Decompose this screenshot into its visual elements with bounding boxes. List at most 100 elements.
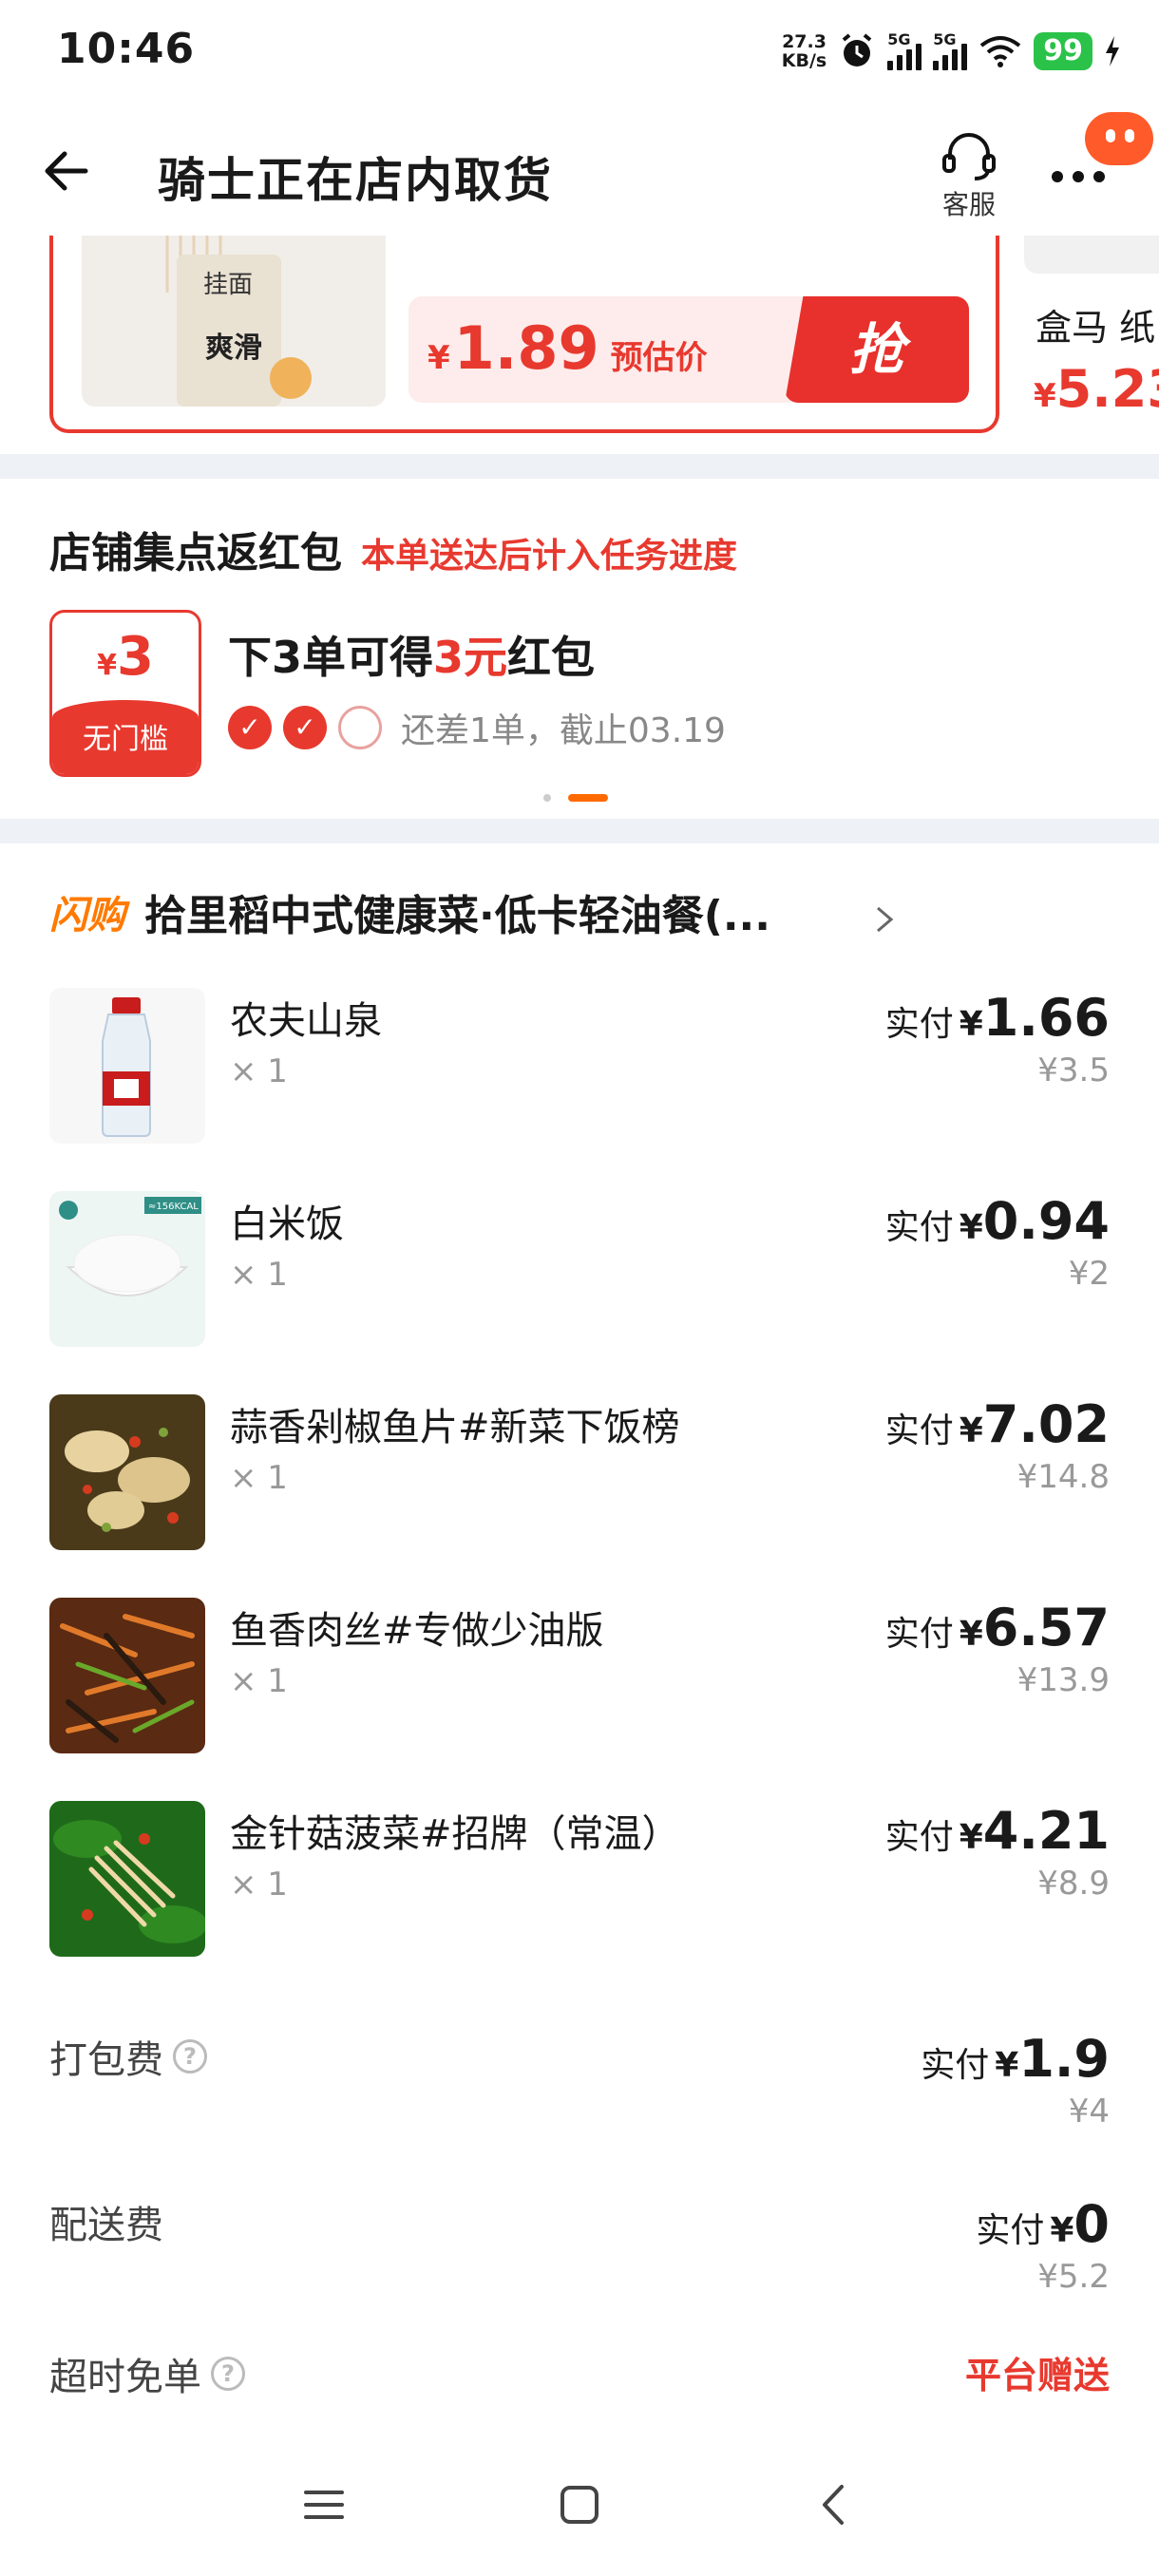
charging-icon xyxy=(1106,36,1119,66)
packing-fee-label: 打包费 xyxy=(49,2038,163,2082)
store-name: 拾里稻中式健康菜·低卡轻油餐(... xyxy=(144,892,770,940)
more-icon[interactable] xyxy=(1050,167,1107,186)
original-price: ¥14.8 xyxy=(1016,1458,1110,1496)
item-image xyxy=(49,1394,205,1550)
item-price: 实付 ¥4.21 ¥8.9 xyxy=(884,1801,1110,1903)
package-brand-text: 爽滑 xyxy=(205,331,262,365)
noodle-package-image: 挂面 爽滑 xyxy=(82,236,386,407)
check-icon: ✓ xyxy=(283,706,327,749)
status-time: 10:46 xyxy=(57,25,196,73)
alarm-icon xyxy=(842,33,872,66)
delivery-fee-price: 实付 ¥0 ¥5.2 xyxy=(976,2194,1110,2296)
chevron-right-icon[interactable] xyxy=(870,900,899,938)
item-image xyxy=(49,1801,205,1957)
item-name: 鱼香肉丝#专做少油版 xyxy=(230,1609,604,1653)
coupon-label: 无门槛 xyxy=(52,700,199,774)
deal-price-box: ¥1.89 预估价 抢 xyxy=(408,296,969,403)
recommend-strip: 挂面 爽滑 ¥1.89预估价 抢 盒马 纸 ¥5.23 xyxy=(0,236,1159,454)
product-image: 挂面 爽滑 xyxy=(82,236,386,407)
packing-fee-price: 实付 ¥1.9 ¥4 xyxy=(921,2029,1110,2131)
next-product-price: ¥5.23 xyxy=(1034,359,1159,419)
next-product-image[interactable] xyxy=(1024,236,1159,274)
flash-sale-badge: 闪购 xyxy=(49,894,125,938)
item-quantity: × 1 xyxy=(230,1662,288,1700)
signal-strength-icon: 5G xyxy=(887,30,922,70)
item-price: 实付 ¥6.57 ¥13.9 xyxy=(884,1598,1110,1699)
points-task-section: 店铺集点返红包 本单送达后计入任务进度 ¥3 无门槛 下3单可得3元红包 ✓ ✓… xyxy=(0,479,1159,819)
item-quantity: × 1 xyxy=(230,1052,288,1090)
item-name: 农夫山泉 xyxy=(230,999,382,1043)
original-price: ¥5.2 xyxy=(1037,2258,1110,2296)
task-progress: ✓ ✓ 还差1单，截止03.19 xyxy=(228,703,726,752)
package-text: 挂面 xyxy=(203,271,253,299)
delivery-fee-label: 配送费 xyxy=(49,2204,163,2247)
menu-icon[interactable] xyxy=(302,2483,346,2527)
carousel-indicator xyxy=(543,794,608,802)
status-icons: 27.3 KB/s 5G 5G 99 xyxy=(782,27,1121,76)
order-item[interactable]: 蒜香剁椒鱼片#新菜下饭榜 × 1 实付 ¥7.02 ¥14.8 xyxy=(0,1394,1159,1598)
next-product-name[interactable]: 盒马 纸 xyxy=(1036,298,1155,350)
empty-circle-icon xyxy=(338,706,382,749)
headset-icon xyxy=(942,133,996,180)
item-price: 实付 ¥1.66 ¥3.5 xyxy=(884,988,1110,1089)
task-title: 店铺集点返红包 xyxy=(49,529,342,578)
original-price: ¥8.9 xyxy=(1037,1865,1110,1903)
message-bubble-icon[interactable] xyxy=(1085,112,1153,165)
item-quantity: × 1 xyxy=(230,1256,288,1294)
coupon-amount: ¥3 xyxy=(97,626,154,688)
customer-service-button[interactable]: 客服 xyxy=(931,129,1007,222)
item-quantity: × 1 xyxy=(230,1459,288,1497)
help-icon[interactable]: ? xyxy=(173,2039,207,2074)
item-name: 白米饭 xyxy=(230,1203,344,1246)
deal-price: ¥1.89 预估价 xyxy=(428,313,708,383)
section-divider xyxy=(0,819,1159,843)
coupon-card[interactable]: ¥3 无门槛 xyxy=(49,610,201,777)
original-price: ¥3.5 xyxy=(1037,1051,1110,1089)
home-icon[interactable] xyxy=(558,2483,601,2527)
packing-fee-row: 打包费 ? 实付 ¥1.9 ¥4 xyxy=(0,2029,1159,2181)
top-nav: 骑士正在店内取货 客服 xyxy=(0,104,1159,247)
item-price: 实付 ¥7.02 ¥14.8 xyxy=(884,1394,1110,1496)
item-name: 蒜香剁椒鱼片#新菜下饭榜 xyxy=(230,1406,680,1449)
platform-gift-value: 平台赠送 xyxy=(964,2355,1110,2396)
section-divider xyxy=(0,454,1159,479)
order-item[interactable]: 鱼香肉丝#专做少油版 × 1 实付 ¥6.57 ¥13.9 xyxy=(0,1598,1159,1801)
item-image xyxy=(49,1598,205,1753)
task-description: 下3单可得3元红包 xyxy=(228,632,596,683)
item-quantity: × 1 xyxy=(230,1866,288,1904)
order-item[interactable]: 金针菇菠菜#招牌（常温） × 1 实付 ¥4.21 ¥8.9 xyxy=(0,1801,1159,2004)
order-item[interactable]: 农夫山泉 × 1 实付 ¥1.66 ¥3.5 xyxy=(0,988,1159,1191)
customer-service-label: 客服 xyxy=(941,189,996,220)
deal-card[interactable]: 挂面 爽滑 ¥1.89 预估价 抢 xyxy=(49,236,999,433)
signal-strength-icon: 5G xyxy=(933,30,968,70)
carousel-dot-active xyxy=(568,794,608,802)
system-nav-bar xyxy=(0,2430,1159,2576)
item-image xyxy=(49,988,205,1144)
order-items-section: 闪购 拾里稻中式健康菜·低卡轻油餐(... 农夫山泉 × 1 实付¥1.66 xyxy=(0,843,1159,2430)
store-link[interactable]: 闪购 拾里稻中式健康菜·低卡轻油餐(... xyxy=(49,881,770,942)
help-icon[interactable]: ? xyxy=(211,2357,245,2391)
back-arrow-icon[interactable] xyxy=(38,142,95,199)
original-price: ¥4 xyxy=(1068,2093,1110,2131)
item-name: 金针菇菠菜#招牌（常温） xyxy=(230,1812,680,1856)
back-icon[interactable] xyxy=(813,2483,857,2527)
overtime-free-label: 超时免单 xyxy=(49,2356,201,2399)
status-bar: 10:46 27.3 KB/s 5G 5G 99 xyxy=(0,0,1159,104)
task-header: 店铺集点返红包 本单送达后计入任务进度 xyxy=(49,519,737,579)
network-speed: 27.3 KB/s xyxy=(781,31,827,71)
calorie-badge: ≈156KCAL xyxy=(148,1202,199,1212)
original-price: ¥2 xyxy=(1068,1255,1110,1293)
check-icon: ✓ xyxy=(228,706,272,749)
wifi-icon xyxy=(980,36,1021,67)
item-image: ≈156KCAL xyxy=(49,1191,205,1347)
delivery-fee-row: 配送费 实付 ¥0 ¥5.2 xyxy=(0,2194,1159,2346)
page-title: 骑士正在店内取货 xyxy=(158,153,553,208)
task-remaining: 还差1单，截止03.19 xyxy=(401,711,726,750)
battery-indicator: 99 xyxy=(1034,32,1092,70)
order-item[interactable]: ≈156KCAL 白米饭 × 1 实付 ¥0.94 ¥2 xyxy=(0,1191,1159,1394)
order-detail-page: 10:46 27.3 KB/s 5G 5G 99 骑士正在店内取货 客服 挂面 … xyxy=(0,0,1159,2576)
original-price: ¥13.9 xyxy=(1016,1661,1110,1699)
task-subtitle: 本单送达后计入任务进度 xyxy=(361,537,738,576)
carousel-dot xyxy=(543,794,551,802)
grab-button[interactable]: 抢 xyxy=(785,296,969,403)
